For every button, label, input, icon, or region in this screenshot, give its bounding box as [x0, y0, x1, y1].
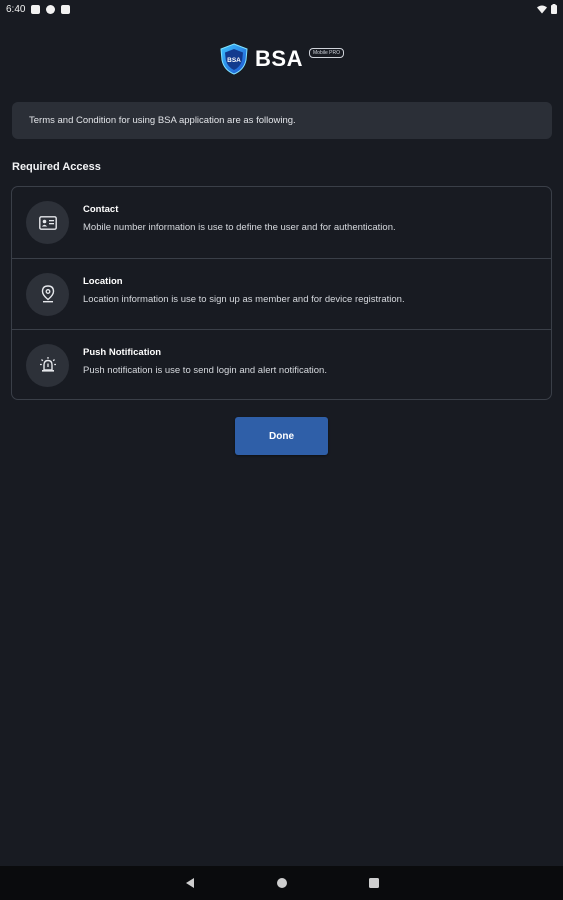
notification-icon	[31, 4, 41, 14]
status-right	[537, 4, 557, 14]
svg-text:BSA: BSA	[227, 57, 241, 64]
alarm-bell-icon	[26, 343, 69, 387]
section-title: Required Access	[12, 161, 101, 173]
home-icon[interactable]	[275, 876, 289, 890]
shield-logo-icon: BSA	[220, 43, 248, 75]
terms-banner: Terms and Condition for using BSA applic…	[12, 102, 552, 139]
logo-text: BSA	[255, 46, 303, 71]
location-pin-icon	[26, 272, 69, 316]
app-logo: BSA BSA Mobile PRO	[0, 42, 563, 76]
recents-icon[interactable]	[367, 876, 381, 890]
access-item-title: Push Notification	[83, 347, 162, 358]
access-item-description: Location information is use to sign up a…	[83, 294, 405, 305]
access-item-title: Location	[83, 276, 123, 287]
contact-card-icon	[26, 201, 69, 244]
sim-icon	[61, 4, 71, 14]
app-icon	[46, 4, 56, 14]
done-button[interactable]: Done	[235, 417, 328, 455]
status-time: 6:40	[6, 3, 26, 15]
required-access-list: Contact Mobile number information is use…	[11, 186, 552, 400]
access-item-location: Location Location information is use to …	[12, 258, 551, 329]
status-left: 6:40	[6, 3, 71, 15]
logo-tag: Mobile PRO	[309, 48, 344, 58]
access-item-description: Push notification is use to send login a…	[83, 365, 327, 376]
system-nav-bar	[0, 866, 563, 900]
access-item-description: Mobile number information is use to defi…	[83, 222, 396, 233]
access-item-contact: Contact Mobile number information is use…	[12, 187, 551, 258]
wifi-icon	[537, 5, 547, 13]
back-icon[interactable]	[183, 876, 197, 890]
terms-text: Terms and Condition for using BSA applic…	[29, 115, 296, 126]
access-item-title: Contact	[83, 204, 119, 215]
status-bar: 6:40	[0, 0, 563, 18]
battery-icon	[551, 4, 557, 14]
access-item-push-notification: Push Notification Push notification is u…	[12, 329, 551, 399]
